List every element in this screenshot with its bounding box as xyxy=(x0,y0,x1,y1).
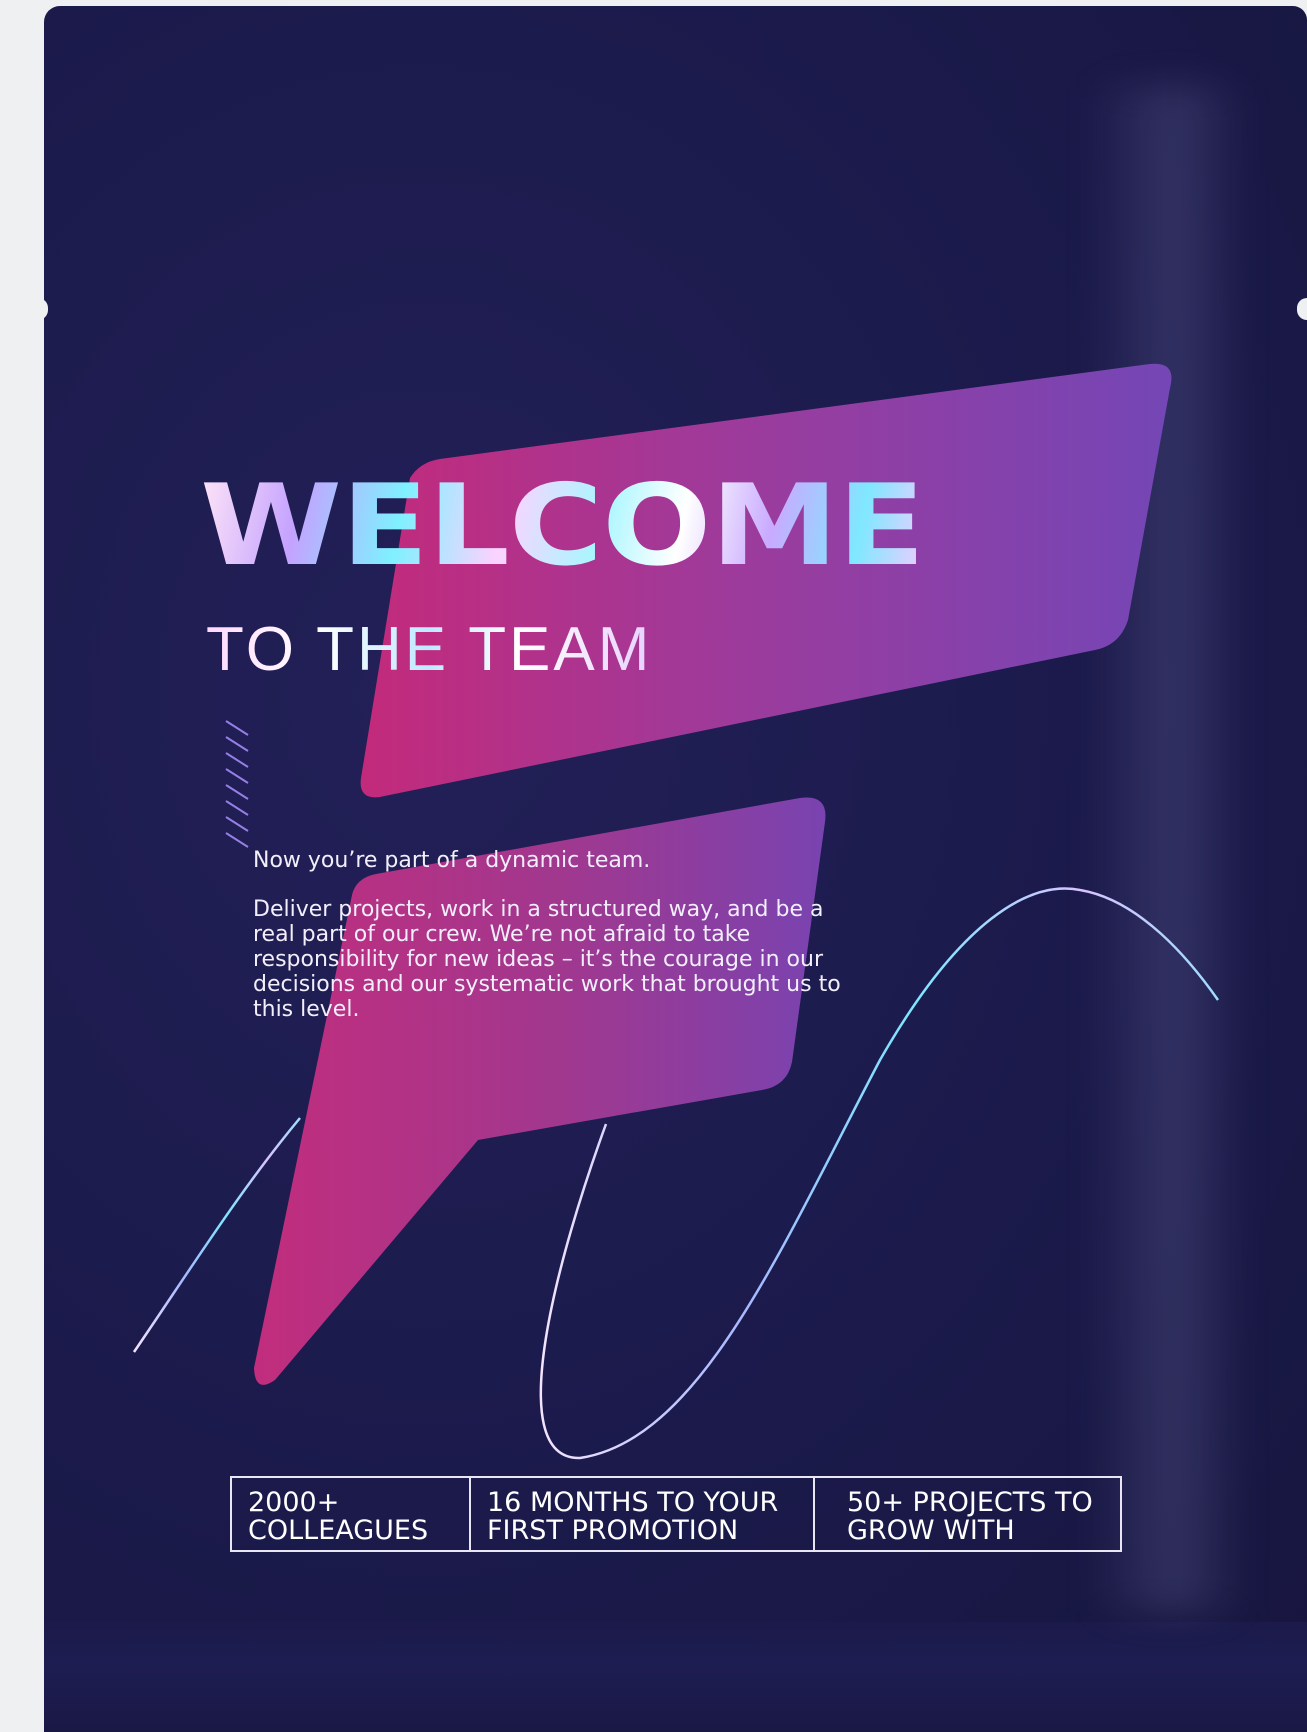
to-the-team-subheading: TO THE TEAM xyxy=(206,615,653,684)
hatch-lines xyxy=(225,720,249,848)
stat-promotion: 16 MONTHS TO YOUR FIRST PROMOTION xyxy=(469,1478,813,1550)
intro-text: Now you’re part of a dynamic team. xyxy=(253,848,651,873)
stat-line: COLLEAGUES xyxy=(248,1515,429,1546)
body-paragraph: Deliver projects, work in a structured w… xyxy=(253,897,841,1022)
stat-line: 50+ PROJECTS TO xyxy=(847,1487,1093,1518)
stat-line: FIRST PROMOTION xyxy=(487,1515,739,1546)
stat-projects: 50+ PROJECTS TO GROW WITH xyxy=(813,1478,1120,1550)
stat-colleagues: 2000+ COLLEAGUES xyxy=(232,1478,469,1550)
stats-table: 2000+ COLLEAGUES 16 MONTHS TO YOUR FIRST… xyxy=(230,1476,1122,1552)
flag-shape-bottom xyxy=(254,797,826,1385)
welcome-heading: WELCOME xyxy=(200,461,925,591)
stat-line: 16 MONTHS TO YOUR xyxy=(487,1487,779,1518)
stat-line: GROW WITH xyxy=(847,1515,1015,1546)
stat-line: 2000+ xyxy=(248,1487,340,1518)
decorative-artwork xyxy=(132,363,1220,1460)
